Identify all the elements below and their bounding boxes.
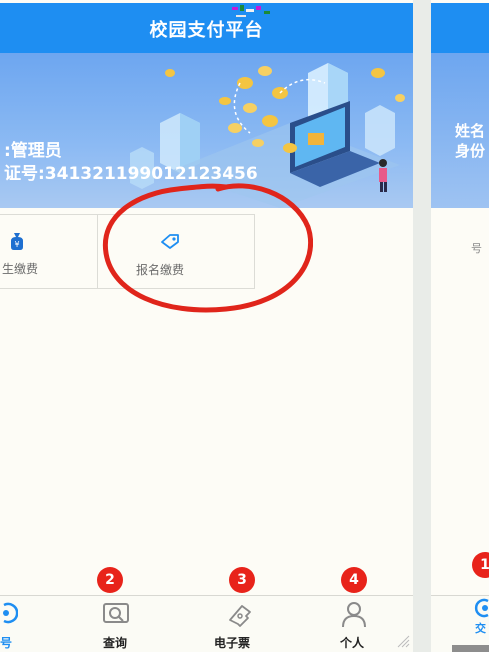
profile-name: :管理员 [4,141,62,161]
right-screen: 姓名 身份 号 1 交 [431,0,489,652]
app-header: 校园支付平台 [0,3,413,53]
bottom-nav: 号 查询 电子票 个人 [0,595,413,652]
nav-item-ticket[interactable]: 电子票 [206,596,270,652]
right-tile-label: 号 [471,242,482,255]
nav-label-home: 号 [0,636,13,650]
left-screen: 校园支付平台:管理员 证号:341321199012123456 ¥ 生缴费 … [0,0,413,652]
tile-label-student-fee: 生缴费 [2,262,39,276]
badge-ticket: 3 [229,567,255,593]
nav-label-ticket: 电子票 [214,636,251,650]
home-icon [3,602,18,624]
nav-item-query[interactable]: 查询 [90,596,146,652]
svg-text:¥: ¥ [14,240,19,249]
badge-query: 2 [97,567,123,593]
right-profile-name: 姓名 [455,122,486,140]
right-profile-banner: 姓名 身份 [431,53,489,208]
person-icon [342,602,366,628]
glitch-artifact-icon [232,5,270,17]
nav-label-personal: 个人 [340,636,365,650]
scrollbar-thumb[interactable] [452,645,489,652]
right-badge: 1 [472,552,489,578]
search-screen-icon [103,603,129,623]
money-bag-icon: ¥ [11,233,23,250]
annotation-circle-icon [102,183,313,313]
nav-label-query: 查询 [103,636,128,650]
right-nav-label: 交 [475,622,486,635]
nav-item-home[interactable]: 号 [0,596,40,652]
right-bottom-nav: 交 [431,595,489,652]
ticket-icon [229,605,251,627]
home-icon [474,598,489,618]
tile-student-fee[interactable]: ¥ 生缴费 [0,214,99,289]
app-title: 校园支付平台 [149,20,264,41]
nav-item-personal[interactable]: 个人 [330,596,380,652]
right-app-header [431,3,489,53]
right-profile-id: 身份 [455,142,486,160]
resize-grip-icon[interactable] [396,634,410,648]
badge-personal: 4 [341,567,367,593]
